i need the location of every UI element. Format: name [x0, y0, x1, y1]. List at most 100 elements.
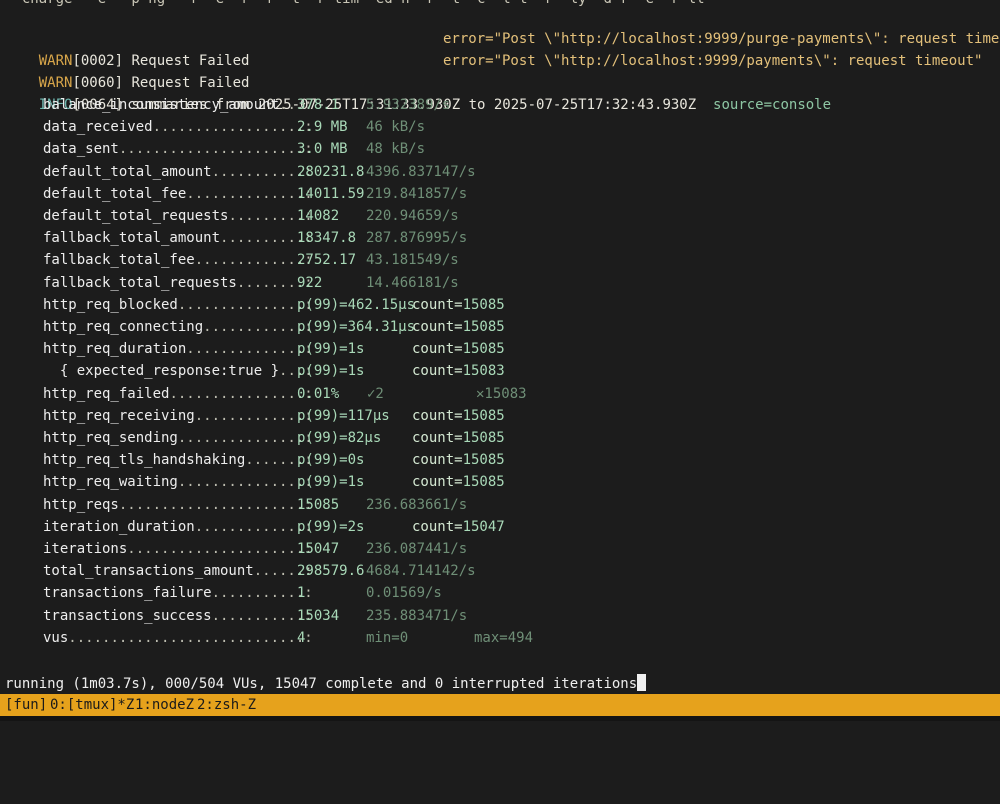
- log-source-kv: source=console: [713, 97, 832, 113]
- metric-value: 0.01%: [297, 385, 340, 402]
- metric-value: 18347.8: [297, 230, 357, 247]
- metric-name: default_total_requests: [43, 208, 229, 224]
- metric-value: 14011.59: [297, 185, 365, 202]
- metric-name: http_req_receiving: [43, 407, 195, 424]
- metric-count: count=15085: [412, 452, 505, 469]
- metric-rate: 14.466181/s: [366, 274, 459, 291]
- log-line-info: INFO[0064] summaries from 2025-07-25T17:…: [5, 72, 831, 113]
- log-error-kv: error="Post \"http://localhost:9999/paym…: [443, 53, 983, 69]
- metric-name: fallback_total_amount: [43, 230, 221, 247]
- log-line-warn-1: WARN[0002] Request Failed: [5, 28, 250, 69]
- metric-count-value: 15085: [462, 452, 505, 469]
- metric-label: fallback_total_amount..........:: [43, 227, 313, 249]
- tmux-window-1[interactable]: 1:nodeZ: [135, 694, 194, 716]
- metric-name: transactions_failure: [43, 585, 212, 602]
- metric-label: data_sent......................:: [43, 138, 313, 160]
- metric-label: http_req_tls_handshaking.......:: [43, 449, 313, 471]
- metric-count: count=15085: [412, 296, 505, 313]
- metric-value: p(99)=82µs: [297, 430, 382, 446]
- text-cursor: [637, 674, 647, 691]
- metric-rate: 236.087441/s: [366, 541, 468, 557]
- metric-label: { expected_response:true }...:: [43, 360, 313, 382]
- metric-label: http_req_sending...............:: [43, 427, 313, 449]
- metric-value: 298579.6: [297, 563, 365, 580]
- metric-rate: 236.683661/s: [366, 496, 468, 513]
- metric-value: p(99)=0s: [297, 452, 365, 469]
- metric-pass-count: ✓2: [367, 385, 384, 402]
- metric-name: fallback_total_requests: [43, 274, 237, 291]
- metric-leader-dots: ..............:: [186, 185, 313, 202]
- metric-leader-dots: ......................:: [118, 496, 313, 513]
- terminal-pane[interactable]: charge e p ng r e r r t r tim ed n r t c…: [0, 0, 1000, 694]
- metric-label: http_req_waiting...............:: [43, 471, 313, 493]
- metric-min: min=0: [366, 629, 409, 646]
- metric-label: vus............................:: [43, 627, 313, 649]
- metric-leader-dots: .............:: [194, 252, 313, 269]
- metric-label: total_transactions_amount......:: [43, 560, 313, 582]
- metric-leader-dots: ...............:: [177, 430, 313, 446]
- metric-name: http_req_sending: [43, 430, 178, 446]
- metric-leader-dots: ...............:: [177, 296, 313, 313]
- metric-leader-dots: ...............:: [177, 474, 313, 491]
- metric-value: p(99)=364.31µs: [297, 319, 416, 335]
- metric-value: 1: [297, 585, 306, 602]
- metric-name: total_transactions_amount: [43, 563, 254, 580]
- metric-rate: 5.932389/s: [366, 97, 451, 113]
- metric-value: p(99)=1s: [297, 474, 365, 491]
- metric-label: default_total_fee..............:: [43, 183, 313, 205]
- metric-leader-dots: .............:: [194, 407, 313, 424]
- metric-count: count=15083: [412, 363, 505, 380]
- metric-value: 15047: [297, 541, 340, 557]
- metric-count: count=15085: [412, 341, 505, 358]
- window-bottom-edge: [0, 716, 1000, 721]
- metric-count-value: 15085: [462, 407, 505, 424]
- metric-leader-dots: ..............:: [186, 341, 313, 358]
- metric-name: iterations: [43, 541, 128, 557]
- metric-leader-dots: ................:: [169, 385, 313, 402]
- metric-name: transactions_success: [43, 607, 212, 624]
- metric-rate: 287.876995/s: [366, 230, 468, 247]
- metric-value: 280231.8: [297, 163, 365, 180]
- metric-rate: 220.94659/s: [366, 208, 459, 224]
- metric-count-value: 15083: [462, 363, 505, 380]
- metric-name: { expected_response:true }: [43, 363, 280, 380]
- metric-count-value: 15085: [462, 430, 505, 446]
- log-line-warn-2: WARN[0060] Request Failed: [5, 50, 250, 91]
- metric-leader-dots: ..................:: [152, 119, 313, 136]
- metric-count: count=15085: [412, 474, 505, 491]
- tmux-session-name: [fun]: [5, 697, 48, 713]
- metric-leader-dots: .....................:: [127, 541, 313, 557]
- metric-count: count=15047: [412, 518, 505, 535]
- metric-leader-dots: ......................:: [118, 141, 313, 158]
- metric-rate: 4396.837147/s: [366, 163, 476, 180]
- run-progress-text: running (1m03.7s), 000/504 VUs, 15047 co…: [5, 676, 638, 692]
- metric-value: p(99)=2s: [297, 518, 365, 535]
- metric-count: count=15085: [412, 430, 505, 446]
- tmux-status-bar: [fun] 0:[tmux]*Z 1:nodeZ 2:zsh-Z: [0, 694, 1000, 716]
- metric-value: p(99)=1s: [297, 341, 365, 358]
- metric-label: fallback_total_requests........:: [43, 272, 313, 294]
- tmux-window-0[interactable]: 0:[tmux]*Z: [50, 694, 134, 716]
- metric-value: 922: [297, 274, 323, 291]
- metric-name: http_req_tls_handshaking: [43, 452, 246, 469]
- metric-rate: 43.181549/s: [366, 252, 459, 269]
- metric-label: http_req_blocked...............:: [43, 294, 313, 316]
- metric-count-value: 15047: [462, 518, 505, 535]
- metric-label: data_received..................:: [43, 116, 313, 138]
- metric-fail-count: ✕15083: [476, 385, 527, 402]
- metric-name: vus: [43, 629, 69, 646]
- metric-name: http_req_waiting: [43, 474, 178, 491]
- metric-value: p(99)=117µs: [297, 407, 390, 424]
- tmux-window-2[interactable]: 2:zsh-Z: [197, 694, 256, 716]
- metric-value: p(99)=462.15µs: [297, 296, 416, 313]
- metric-name: http_req_blocked: [43, 296, 178, 313]
- metric-label: http_req_failed................:: [43, 383, 313, 405]
- metric-max: max=494: [474, 629, 534, 646]
- metric-value: 378.1: [297, 97, 340, 113]
- metric-rate: 46 kB/s: [366, 119, 426, 136]
- metric-name: default_total_amount: [43, 163, 212, 180]
- metric-label: http_req_connecting............:: [43, 316, 313, 338]
- metric-name: http_req_failed: [43, 385, 170, 402]
- metric-name: data_sent: [43, 141, 119, 158]
- run-progress-line: running (1m03.7s), 000/504 VUs, 15047 co…: [5, 673, 647, 695]
